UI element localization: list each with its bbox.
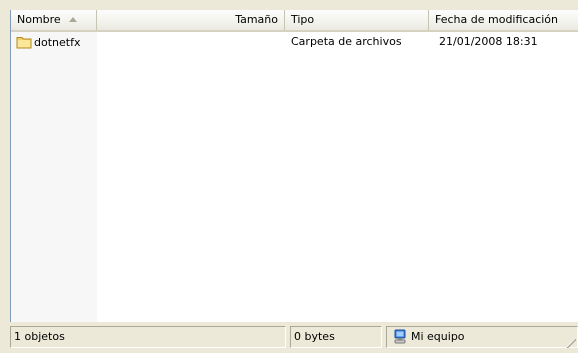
column-header-name-label: Nombre — [17, 13, 61, 26]
sorted-column-highlight — [11, 32, 97, 322]
file-row[interactable]: dotnetfx Carpeta de archivos 21/01/2008 … — [11, 34, 578, 50]
column-header-modified[interactable]: Fecha de modificación — [429, 10, 578, 30]
sort-ascending-icon — [68, 17, 77, 22]
column-header-size[interactable]: Tamaño — [97, 10, 285, 30]
file-type: Carpeta de archivos — [291, 35, 402, 48]
folder-icon — [16, 37, 32, 49]
file-name: dotnetfx — [34, 35, 81, 49]
column-header-modified-label: Fecha de modificación — [435, 13, 559, 26]
file-name-cell[interactable]: dotnetfx — [16, 35, 80, 49]
column-header-size-label: Tamaño — [235, 13, 278, 26]
column-header-type[interactable]: Tipo — [285, 10, 429, 30]
column-header-bar: Nombre Tamaño Tipo Fecha de modificación — [11, 10, 578, 32]
column-header-name[interactable]: Nombre — [11, 10, 97, 30]
file-list-view[interactable]: Nombre Tamaño Tipo Fecha de modificación… — [10, 10, 578, 322]
status-total-size: 0 bytes — [290, 326, 382, 348]
file-modified: 21/01/2008 18:31 — [439, 35, 538, 48]
my-computer-icon — [394, 329, 406, 344]
status-zone: Mi equipo — [386, 326, 578, 348]
status-object-count: 1 objetos — [10, 326, 286, 348]
status-zone-label: Mi equipo — [411, 330, 465, 343]
column-header-type-label: Tipo — [291, 13, 315, 26]
resize-grip[interactable] — [566, 338, 576, 348]
status-bar: 1 objetos 0 bytes Mi equipo — [10, 326, 578, 350]
